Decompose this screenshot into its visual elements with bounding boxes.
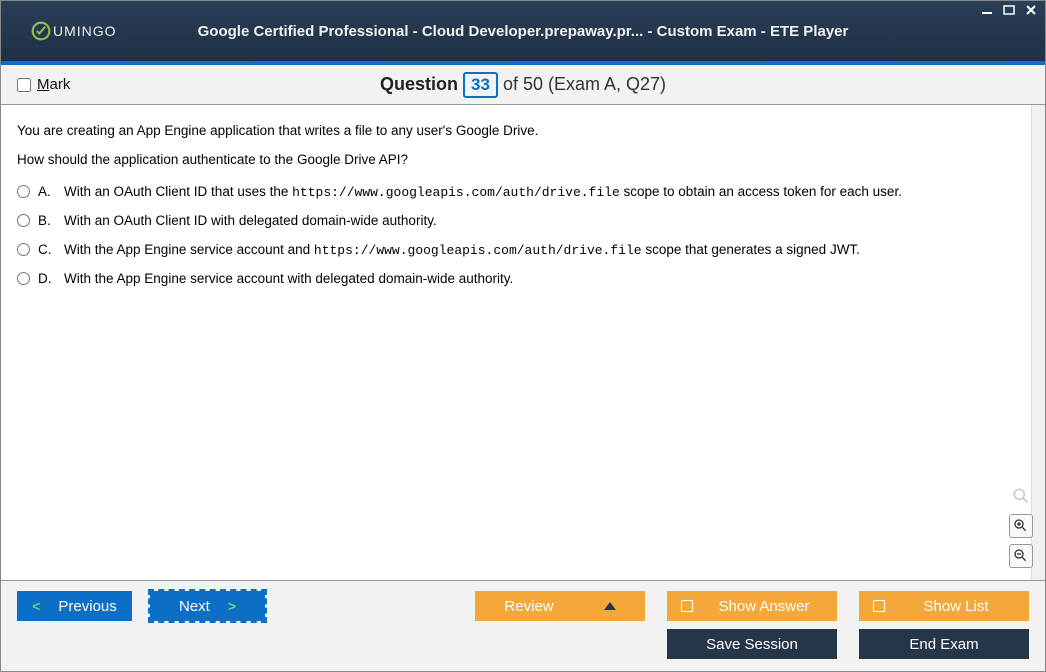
review-label: Review [504,598,553,615]
triangle-up-icon [604,602,616,610]
option-text: With the App Engine service account with… [64,268,513,291]
question-of: of 50 (Exam A, Q27) [503,74,666,94]
window-title: Google Certified Professional - Cloud De… [1,23,1045,40]
option-c[interactable]: C. With the App Engine service account a… [17,239,1029,262]
option-a[interactable]: A. With an OAuth Client ID that uses the… [17,181,1029,204]
show-answer-checkbox-icon [681,600,693,612]
search-icon[interactable] [1009,484,1033,508]
option-c-radio[interactable] [17,243,30,256]
show-list-label: Show List [897,598,1015,615]
close-button[interactable] [1023,3,1039,17]
previous-label: Previous [58,598,116,615]
chevron-right-icon: > [228,598,236,614]
option-letter: C. [38,239,56,262]
title-bar: UMINGO Google Certified Professional - C… [1,1,1045,61]
option-letter: A. [38,181,56,204]
option-a-radio[interactable] [17,185,30,198]
review-button[interactable]: Review [475,591,645,621]
right-buttons-row2: Save Session End Exam [667,629,1029,659]
next-button[interactable]: Next > [150,591,265,621]
footer-toolbar: < Previous Next > Review Show Answer Sho… [1,580,1045,671]
scrollbar[interactable] [1031,105,1045,580]
option-b[interactable]: B. With an OAuth Client ID with delegate… [17,210,1029,233]
option-text: With the App Engine service account and … [64,239,860,262]
maximize-button[interactable] [1001,3,1017,17]
option-d[interactable]: D. With the App Engine service account w… [17,268,1029,291]
question-text-1: You are creating an App Engine applicati… [17,123,1029,138]
window-controls [979,3,1039,17]
save-session-label: Save Session [706,636,798,653]
option-text: With an OAuth Client ID that uses the ht… [64,181,902,204]
zoom-tools [1009,484,1033,568]
question-number: 33 [463,72,498,98]
previous-button[interactable]: < Previous [17,591,132,621]
show-answer-button[interactable]: Show Answer [667,591,837,621]
show-answer-label: Show Answer [705,598,823,615]
save-session-button[interactable]: Save Session [667,629,837,659]
question-word: Question [380,74,458,94]
question-content: You are creating an App Engine applicati… [1,105,1045,580]
question-header: Mark Question 33 of 50 (Exam A, Q27) [1,65,1045,105]
next-label: Next [179,598,210,615]
nav-buttons: < Previous Next > [17,591,265,621]
end-exam-button[interactable]: End Exam [859,629,1029,659]
zoom-out-button[interactable] [1009,544,1033,568]
chevron-left-icon: < [32,598,40,614]
question-position: Question 33 of 50 (Exam A, Q27) [1,72,1045,98]
option-d-radio[interactable] [17,272,30,285]
end-exam-label: End Exam [909,636,978,653]
answer-options: A. With an OAuth Client ID that uses the… [17,181,1029,291]
show-list-button[interactable]: Show List [859,591,1029,621]
right-buttons-row1: Review Show Answer Show List [475,591,1029,621]
minimize-button[interactable] [979,3,995,17]
question-text-2: How should the application authenticate … [17,152,1029,167]
option-b-radio[interactable] [17,214,30,227]
option-text: With an OAuth Client ID with delegated d… [64,210,437,233]
zoom-in-button[interactable] [1009,514,1033,538]
option-letter: B. [38,210,56,233]
show-list-checkbox-icon [873,600,885,612]
option-letter: D. [38,268,56,291]
